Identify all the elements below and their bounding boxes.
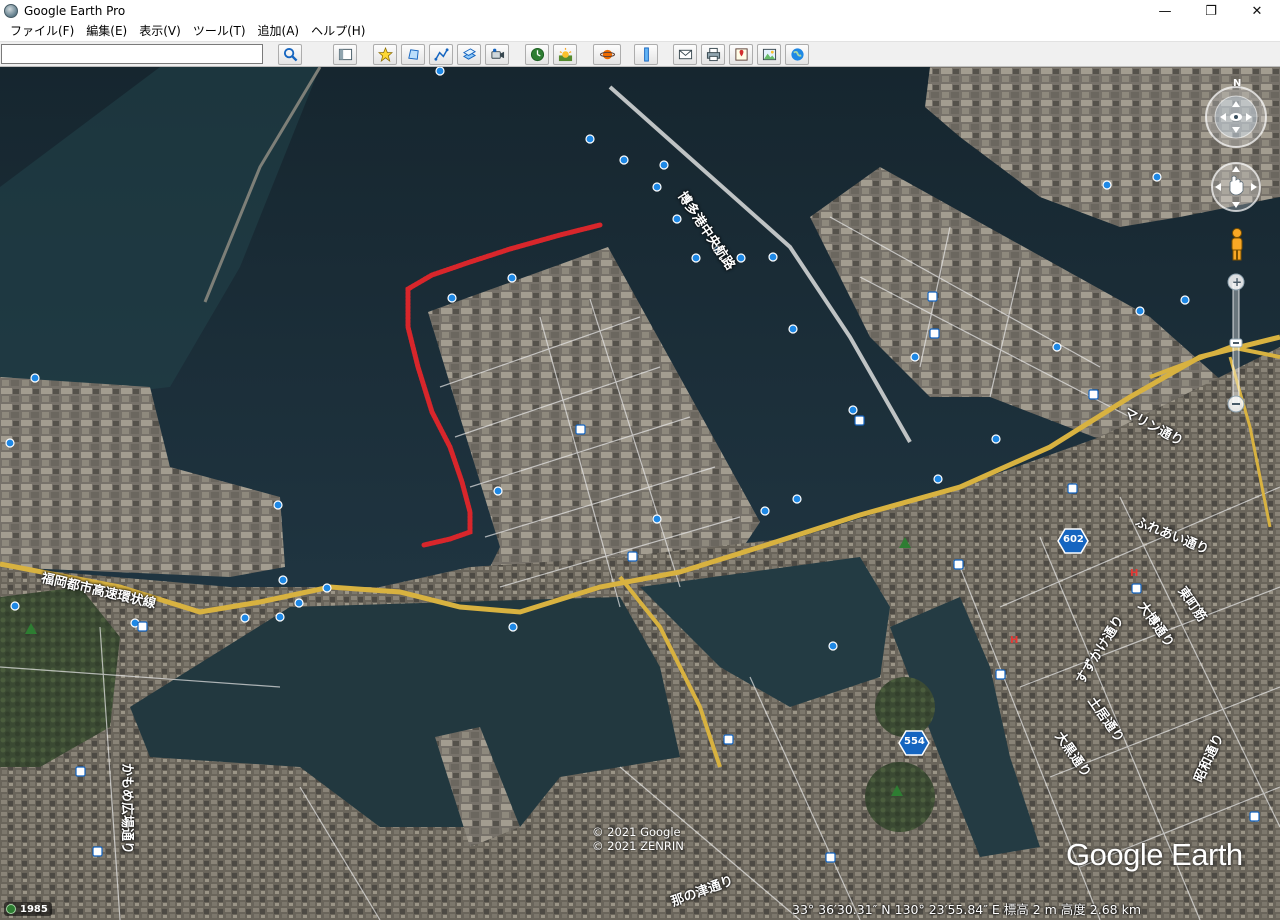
window-controls: — ❐ ✕ bbox=[1142, 0, 1280, 22]
menu-help[interactable]: ヘルプ(H) bbox=[305, 22, 371, 41]
map-view[interactable]: HH 博多港中央航路 福岡都市高速環状線 かもめ広場通り ふれあい通り 大博通り… bbox=[0, 67, 1280, 920]
search-icon bbox=[283, 47, 297, 62]
earth-gallery-icon bbox=[790, 48, 804, 61]
title-bar: Google Earth Pro — ❐ ✕ bbox=[0, 0, 1280, 22]
google-maps-icon bbox=[734, 48, 748, 61]
sunlight-icon bbox=[558, 47, 572, 62]
print-icon bbox=[706, 47, 720, 62]
clock-icon bbox=[6, 904, 16, 914]
menu-bar: ファイル(F) 編集(E) 表示(V) ツール(T) 追加(A) ヘルプ(H) bbox=[0, 22, 1280, 41]
copyright: © 2021 Google © 2021 ZENRIN bbox=[592, 825, 684, 853]
add-polygon-button[interactable] bbox=[401, 44, 425, 65]
copyright-zenrin: © 2021 ZENRIN bbox=[592, 839, 684, 853]
earth-gallery-button[interactable] bbox=[785, 44, 809, 65]
park-south bbox=[865, 762, 935, 832]
close-button[interactable]: ✕ bbox=[1234, 0, 1280, 22]
north-indicator[interactable]: N bbox=[1233, 78, 1241, 89]
menu-file[interactable]: ファイル(F) bbox=[4, 22, 80, 41]
record-tour-button[interactable] bbox=[485, 44, 509, 65]
svg-text:H: H bbox=[1130, 568, 1138, 579]
menu-tools[interactable]: ツール(T) bbox=[187, 22, 252, 41]
maximize-button[interactable]: ❐ bbox=[1188, 0, 1234, 22]
status-coordinates: 33° 36′30.31″ N 130° 23′55.84″ E 標高 2 m … bbox=[792, 902, 1141, 917]
copyright-google: © 2021 Google bbox=[592, 825, 681, 839]
historical-imagery-icon bbox=[530, 47, 544, 62]
move-navigation-control[interactable] bbox=[1210, 161, 1262, 213]
google-maps-button[interactable] bbox=[729, 44, 753, 65]
label-kamome-street: かもめ広場通り bbox=[119, 763, 134, 855]
email-icon bbox=[678, 49, 692, 60]
google-earth-app-icon bbox=[4, 4, 18, 18]
add-path-button[interactable] bbox=[429, 44, 453, 65]
historical-imagery-button[interactable] bbox=[525, 44, 549, 65]
sidebar-icon bbox=[338, 48, 352, 61]
save-image-icon bbox=[762, 48, 776, 61]
svg-text:+: + bbox=[1232, 275, 1242, 289]
street-view-pegman[interactable] bbox=[1226, 227, 1248, 261]
toolbar bbox=[0, 41, 1280, 67]
historical-imagery-badge[interactable]: 1985 bbox=[4, 902, 52, 916]
satellite-imagery[interactable]: HH bbox=[0, 67, 1280, 920]
imagery-year: 1985 bbox=[20, 903, 48, 915]
minimize-button[interactable]: — bbox=[1142, 0, 1188, 22]
google-earth-logo: Google Earth bbox=[1066, 837, 1243, 872]
save-image-button[interactable] bbox=[757, 44, 781, 65]
menu-add[interactable]: 追加(A) bbox=[252, 22, 306, 41]
planets-button[interactable] bbox=[593, 44, 621, 65]
sidebar-toggle-button[interactable] bbox=[333, 44, 357, 65]
overlay-icon bbox=[462, 48, 476, 60]
route-602-label: 602 bbox=[1063, 534, 1084, 545]
add-placemark-button[interactable] bbox=[373, 44, 397, 65]
menu-edit[interactable]: 編集(E) bbox=[80, 22, 133, 41]
polygon-icon bbox=[407, 49, 419, 60]
print-button[interactable] bbox=[701, 44, 725, 65]
look-navigation-control[interactable]: N bbox=[1198, 75, 1274, 151]
placemark-icon bbox=[377, 47, 393, 62]
search-button[interactable] bbox=[278, 44, 302, 65]
menu-view[interactable]: 表示(V) bbox=[133, 22, 187, 41]
tour-icon bbox=[490, 48, 504, 59]
sunlight-button[interactable] bbox=[553, 44, 577, 65]
park-island bbox=[875, 677, 935, 737]
ruler-button[interactable] bbox=[634, 44, 658, 65]
ruler-icon bbox=[643, 47, 649, 62]
search-input[interactable] bbox=[1, 44, 263, 64]
email-button[interactable] bbox=[673, 44, 697, 65]
add-overlay-button[interactable] bbox=[457, 44, 481, 65]
route-554-label: 554 bbox=[904, 736, 925, 747]
zoom-slider[interactable]: + bbox=[1227, 273, 1245, 413]
window-title: Google Earth Pro bbox=[24, 4, 126, 18]
path-icon bbox=[433, 48, 449, 61]
svg-text:H: H bbox=[1010, 635, 1018, 646]
planets-icon bbox=[599, 49, 615, 60]
